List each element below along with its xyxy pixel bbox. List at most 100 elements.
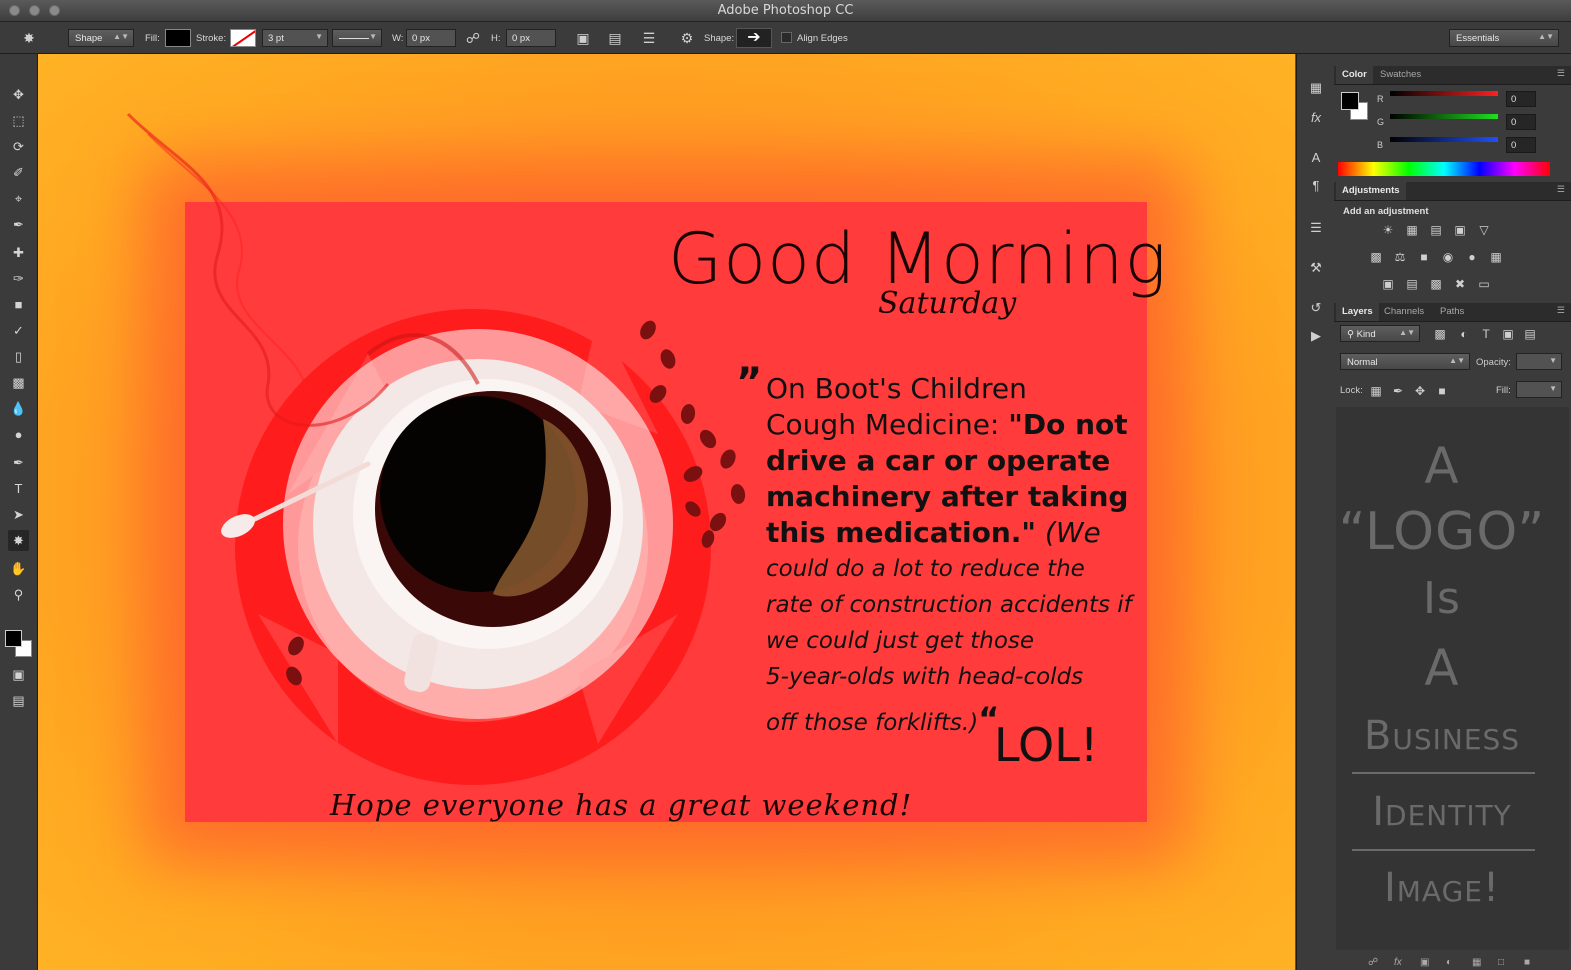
gradient-tool-icon[interactable]: ▩	[8, 372, 29, 393]
channel-b-value[interactable]: 0	[1506, 137, 1536, 153]
layers-panel-menu-icon[interactable]: ☰	[1557, 305, 1565, 316]
curves-icon[interactable]: ▤	[1428, 223, 1444, 237]
tab-adjustments[interactable]: Adjustments	[1336, 182, 1406, 200]
brightness-contrast-icon[interactable]: ☀	[1380, 223, 1396, 237]
hue-saturation-icon[interactable]: ▩	[1368, 250, 1384, 264]
quick-selection-tool-icon[interactable]: ✐	[8, 162, 29, 183]
shape-layer-filter-icon[interactable]: ▣	[1500, 327, 1516, 341]
clone-stamp-tool-icon[interactable]: ■	[8, 294, 29, 315]
pixel-layer-filter-icon[interactable]: ▩	[1432, 327, 1448, 341]
fx-icon[interactable]: fx	[1306, 108, 1326, 128]
eyedropper-tool-icon[interactable]: ✒	[8, 214, 29, 235]
opacity-field[interactable]: ▼	[1516, 353, 1562, 370]
tab-channels[interactable]: Channels	[1378, 303, 1430, 321]
foreground-color-swatch[interactable]	[5, 630, 22, 647]
quick-mask-icon[interactable]: ▣	[8, 664, 29, 685]
marquee-tool-icon[interactable]: ⬚	[8, 110, 29, 131]
trash-icon[interactable]: ■	[1524, 957, 1530, 968]
path-alignment-icon[interactable]: ▤	[606, 30, 624, 46]
hand-tool-icon[interactable]: ✋	[8, 558, 29, 579]
fill-swatch[interactable]	[165, 29, 191, 47]
dodge-tool-icon[interactable]: ●	[8, 424, 29, 445]
crop-tool-icon[interactable]: ⌖	[8, 188, 29, 209]
type-layer-filter-icon[interactable]: T	[1478, 327, 1494, 341]
link-icon[interactable]: ☍	[464, 30, 482, 46]
stroke-swatch[interactable]	[230, 29, 256, 47]
move-tool-icon[interactable]: ✥	[8, 84, 29, 105]
layer-style-icon[interactable]: fx	[1394, 957, 1402, 968]
link-layers-icon[interactable]: ☍	[1368, 957, 1378, 968]
workspace-select[interactable]: Essentials ▲▼	[1449, 29, 1559, 47]
stroke-type-select[interactable]: ▼	[332, 29, 382, 47]
character-panel-icon[interactable]: A	[1306, 148, 1326, 168]
channel-mixer-icon[interactable]: ●	[1464, 250, 1480, 264]
channel-r-slider[interactable]	[1390, 91, 1498, 96]
layers-list[interactable]: A “LOGO” Is A Business Identity Image!	[1336, 407, 1569, 950]
vibrance-icon[interactable]: ▽	[1476, 223, 1492, 237]
black-white-icon[interactable]: ■	[1416, 250, 1432, 264]
width-field[interactable]: 0 px	[406, 29, 456, 47]
posterize-icon[interactable]: ▤	[1404, 277, 1420, 291]
new-group-icon[interactable]: ▦	[1472, 957, 1481, 968]
lasso-tool-icon[interactable]: ⟳	[8, 136, 29, 157]
align-edges-checkbox[interactable]	[781, 32, 792, 43]
tab-color[interactable]: Color	[1336, 66, 1373, 84]
actions-play-icon[interactable]: ▶	[1306, 326, 1326, 346]
gear-icon[interactable]: ⚙	[678, 30, 696, 46]
history-panel-icon[interactable]: ↺	[1306, 298, 1326, 318]
exposure-icon[interactable]: ▣	[1452, 223, 1468, 237]
healing-brush-tool-icon[interactable]: ✚	[8, 242, 29, 263]
tab-layers[interactable]: Layers	[1336, 303, 1379, 321]
zoom-tool-icon[interactable]: ⚲	[8, 584, 29, 605]
path-operations-icon[interactable]: ▣	[574, 30, 592, 46]
layer-filter-select[interactable]: ⚲ Kind ▲▼	[1340, 325, 1420, 342]
lock-transparency-icon[interactable]: ▦	[1368, 384, 1384, 398]
threshold-icon[interactable]: ▩	[1428, 277, 1444, 291]
custom-shape-tool-preset-icon[interactable]: ✸	[20, 30, 38, 46]
shape-picker[interactable]: ➔	[736, 28, 772, 48]
lock-position-icon[interactable]: ✥	[1412, 384, 1428, 398]
photo-filter-icon[interactable]: ◉	[1440, 250, 1456, 264]
adjustment-layer-filter-icon[interactable]: ◐	[1456, 327, 1472, 341]
pen-tool-icon[interactable]: ✒	[8, 452, 29, 473]
eraser-tool-icon[interactable]: ▯	[8, 346, 29, 367]
path-arrangement-icon[interactable]: ☰	[640, 30, 658, 46]
brush-tool-icon[interactable]: ✑	[8, 268, 29, 289]
3d-icon[interactable]: ▦	[1306, 78, 1326, 98]
channel-g-slider[interactable]	[1390, 114, 1498, 119]
stroke-width-field[interactable]: 3 pt ▼	[262, 29, 328, 47]
adjustments-panel-menu-icon[interactable]: ☰	[1557, 184, 1565, 195]
paragraph-panel-icon[interactable]: ¶	[1306, 176, 1326, 196]
tool-mode-select[interactable]: Shape ▲▼	[68, 29, 134, 47]
custom-shape-tool-icon[interactable]: ✸	[8, 530, 29, 551]
type-tool-icon[interactable]: T	[8, 478, 29, 499]
gradient-map-icon[interactable]: ▭	[1476, 277, 1492, 291]
document-canvas[interactable]: Good Morning Saturday ” On Boot's Childr…	[38, 54, 1295, 970]
color-spectrum-bar[interactable]	[1338, 162, 1550, 176]
screen-mode-icon[interactable]: ▤	[8, 690, 29, 711]
blend-mode-select[interactable]: Normal ▲▼	[1340, 353, 1470, 370]
tab-swatches[interactable]: Swatches	[1374, 66, 1427, 84]
layer-mask-icon[interactable]: ▣	[1420, 957, 1429, 968]
lock-pixels-icon[interactable]: ✒	[1390, 384, 1406, 398]
color-foreground-swatch[interactable]	[1341, 92, 1359, 110]
invert-icon[interactable]: ▣	[1380, 277, 1396, 291]
path-selection-tool-icon[interactable]: ➤	[8, 504, 29, 525]
channel-r-value[interactable]: 0	[1506, 91, 1536, 107]
color-panel-menu-icon[interactable]: ☰	[1557, 68, 1565, 79]
smart-object-filter-icon[interactable]: ▤	[1522, 327, 1538, 341]
height-field[interactable]: 0 px	[506, 29, 556, 47]
tool-presets-icon[interactable]: ⚒	[1306, 258, 1326, 278]
color-balance-icon[interactable]: ⚖	[1392, 250, 1408, 264]
lock-all-icon[interactable]: ■	[1434, 384, 1450, 398]
properties-panel-icon[interactable]: ☰	[1306, 218, 1326, 238]
new-layer-icon[interactable]: □	[1498, 957, 1504, 968]
channel-g-value[interactable]: 0	[1506, 114, 1536, 130]
color-lookup-icon[interactable]: ▦	[1488, 250, 1504, 264]
blur-tool-icon[interactable]: 💧	[8, 398, 29, 419]
tab-paths[interactable]: Paths	[1434, 303, 1470, 321]
layer-fill-field[interactable]: ▼	[1516, 381, 1562, 398]
new-adjustment-layer-icon[interactable]: ◐	[1446, 957, 1452, 968]
channel-b-slider[interactable]	[1390, 137, 1498, 142]
levels-icon[interactable]: ▦	[1404, 223, 1420, 237]
